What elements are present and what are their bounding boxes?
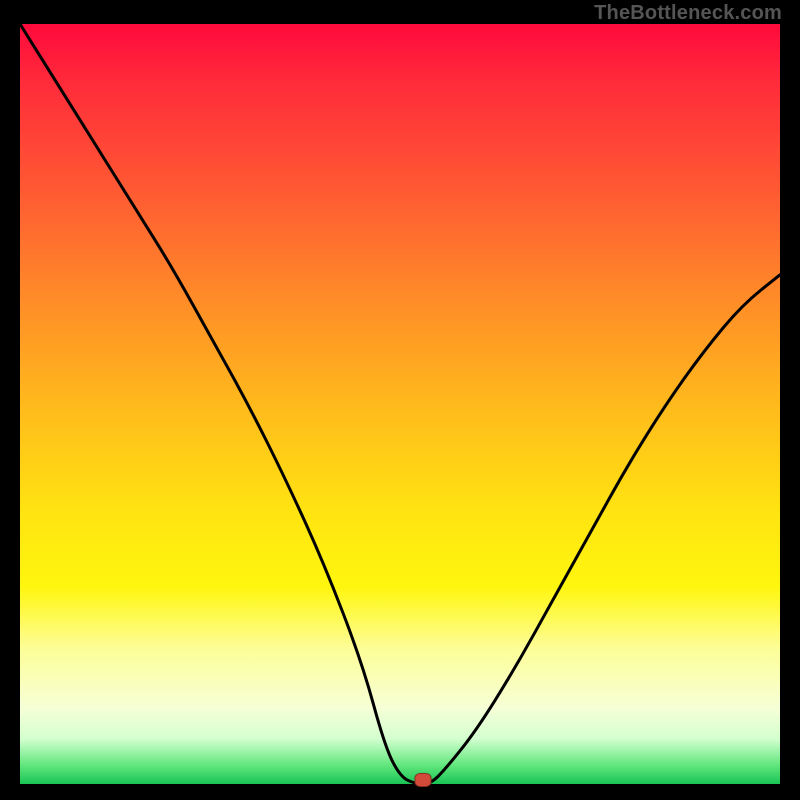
plot-area xyxy=(20,24,780,784)
chart-frame: TheBottleneck.com xyxy=(0,0,800,800)
bottleneck-curve xyxy=(20,24,780,784)
curve-path xyxy=(20,24,780,784)
watermark-text: TheBottleneck.com xyxy=(594,2,782,25)
optimal-point-marker xyxy=(414,773,431,787)
